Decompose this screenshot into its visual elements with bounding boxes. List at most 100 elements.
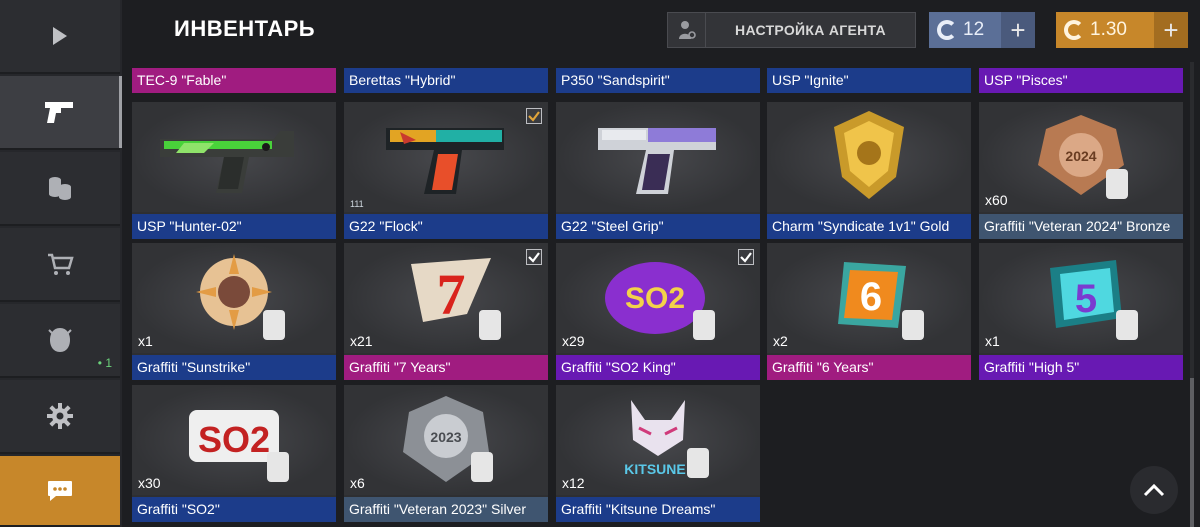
inventory-item-label[interactable]: USP "Ignite" [767,68,971,93]
gold-currency: 1.30 + [1056,12,1188,48]
item-name: Graffiti "High 5" [979,355,1183,380]
inventory-item[interactable]: x1 Graffiti "Sunstrike" [132,243,336,380]
inventory-item[interactable]: 2023 x6 Graffiti "Veteran 2023" Silver [344,385,548,522]
silver-coin-icon [937,20,957,40]
item-quantity: x6 [350,475,365,491]
gold-amount-box: 1.30 [1056,12,1154,48]
sidebar-item-shop[interactable] [0,228,120,302]
inventory-item[interactable]: 7 x21 Graffiti "7 Years" [344,243,548,380]
item-name: Graffiti "SO2 King" [556,355,760,380]
item-name: Graffiti "Sunstrike" [132,355,336,380]
item-quantity: x29 [562,333,585,349]
inventory-item[interactable]: 2024 x60 Graffiti "Veteran 2024" Bronze [979,102,1183,239]
item-quantity: x2 [773,333,788,349]
selected-check-icon [526,108,542,124]
gold-amount: 1.30 [1090,19,1127,40]
item-name: Graffiti "Kitsune Dreams" [556,497,760,522]
item-art: 2023 [344,385,548,495]
silver-amount-box: 12 [929,12,1001,48]
item-art: 2024 [979,102,1183,212]
sidebar-item-currency[interactable] [0,152,120,226]
item-art: SO2 [132,385,336,495]
veteran-2023-text: 2023 [430,429,461,445]
item-art [344,102,548,212]
item-art: 6 [767,243,971,353]
agent-icon [48,328,72,352]
item-art [767,102,971,212]
agent-settings-label: НАСТРОЙКА АГЕНТА [735,22,886,38]
inventory-item[interactable]: KITSUNE x12 Graffiti "Kitsune Dreams" [556,385,760,522]
agent-settings-icon [668,13,706,47]
header: ИНВЕНТАРЬ НАСТРОЙКА АГЕНТА 12 + 1.30 + [122,0,1200,62]
item-art: 7 [344,243,548,353]
add-silver-button[interactable]: + [1001,12,1035,48]
scroll-thumb[interactable] [1190,378,1194,527]
selected-check-icon [738,249,754,265]
sidebar: • 1 [0,0,122,527]
item-quantity: x21 [350,333,373,349]
item-quantity: x1 [985,333,1000,349]
inventory-item[interactable]: 6 x2 Graffiti "6 Years" [767,243,971,380]
item-name: Graffiti "Veteran 2024" Bronze [979,214,1183,239]
add-gold-button[interactable]: + [1154,12,1188,48]
inventory-item-label[interactable]: USP "Pisces" [979,68,1183,93]
inventory-item[interactable]: USP "Hunter-02" [132,102,336,239]
item-name: Graffiti "SO2" [132,497,336,522]
agents-badge: • 1 [97,356,112,370]
high5-text: 5 [1075,277,1097,321]
sidebar-item-settings[interactable] [0,380,120,454]
inventory-item[interactable]: SO2 x30 Graffiti "SO2" [132,385,336,522]
item-name: Graffiti "7 Years" [344,355,548,380]
item-art: KITSUNE [556,385,760,495]
item-art [556,102,760,212]
item-quantity: x1 [138,333,153,349]
veteran-2024-text: 2024 [1065,148,1096,164]
sidebar-item-chat[interactable] [0,456,120,527]
item-name: G22 "Steel Grip" [556,214,760,239]
item-name: G22 "Flock" [344,214,548,239]
silver-currency: 12 + [929,12,1035,48]
scroll-to-top-button[interactable] [1130,466,1178,514]
inventory-item[interactable]: 111 G22 "Flock" [344,102,548,239]
scrollbar[interactable] [1190,62,1194,527]
pistol-icon [45,102,73,123]
inventory-item[interactable]: 5 x1 Graffiti "High 5" [979,243,1183,380]
silver-amount: 12 [963,19,985,40]
item-art [132,243,336,353]
inventory-item-label[interactable]: P350 "Sandspirit" [556,68,760,93]
item-name: Graffiti "Veteran 2023" Silver [344,497,548,522]
sidebar-item-play[interactable] [0,0,120,74]
item-art [132,102,336,212]
inventory-item[interactable]: Charm "Syndicate 1v1" Gold [767,102,971,239]
item-art: 5 [979,243,1183,353]
sidebar-item-weapons[interactable] [0,76,122,150]
item-name: Graffiti "6 Years" [767,355,971,380]
gear-icon [47,403,73,429]
sidebar-item-agents[interactable]: • 1 [0,304,120,378]
six-years-text: 6 [860,275,882,319]
item-art: SO2 [556,243,760,353]
kitsune-text: KITSUNE [624,461,685,477]
item-quantity: x60 [985,192,1008,208]
item-quantity: x12 [562,475,585,491]
so2-text: SO2 [198,419,270,460]
agent-settings-button[interactable]: НАСТРОЙКА АГЕНТА [667,12,916,48]
chat-icon [48,480,72,501]
selected-check-icon [526,249,542,265]
seven-years-text: 7 [437,262,466,327]
item-name: Charm "Syndicate 1v1" Gold [767,214,971,239]
chevron-up-icon [1143,483,1165,497]
inventory-grid: TEC-9 "Fable" Berettas "Hybrid" P350 "Sa… [122,62,1188,527]
item-tier: 111 [350,199,364,209]
inventory-item-label[interactable]: TEC-9 "Fable" [132,68,336,93]
item-quantity: x30 [138,475,161,491]
gold-coin-icon [1064,20,1084,40]
coins-icon [49,177,71,200]
inventory-item[interactable]: SO2 x29 Graffiti "SO2 King" [556,243,760,380]
inventory-item-label[interactable]: Berettas "Hybrid" [344,68,548,93]
inventory-item[interactable]: G22 "Steel Grip" [556,102,760,239]
item-name: USP "Hunter-02" [132,214,336,239]
page-title: ИНВЕНТАРЬ [174,16,316,41]
so2-king-text: SO2 [625,282,685,315]
cart-icon [48,253,74,275]
